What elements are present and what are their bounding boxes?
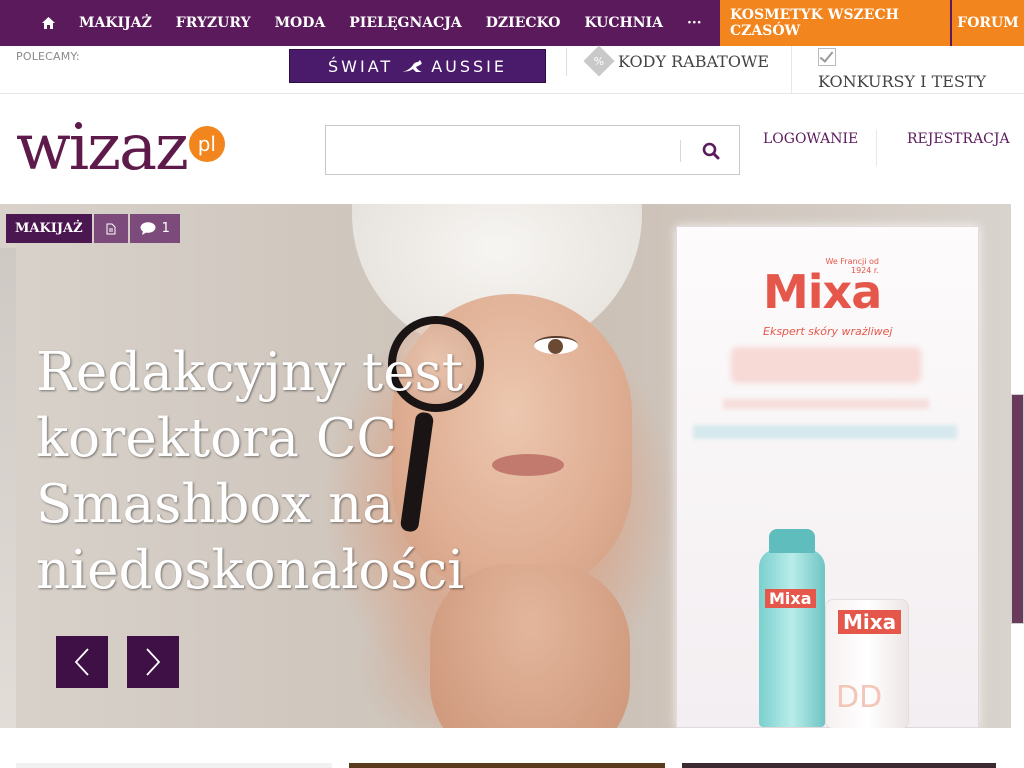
swiat-aussie-banner[interactable]: ŚWIAT AUSSIE [289,49,546,83]
nav-item-fryzury[interactable]: FRYZURY [164,0,263,46]
slider-prev-button[interactable] [56,636,108,688]
slider-next-button[interactable] [127,636,179,688]
kangaroo-icon [402,60,423,72]
coupons-label: KODY RABATOWE [618,51,770,71]
nav-item-moda[interactable]: MODA [263,0,338,46]
search-box [325,125,740,175]
article-grid-top [0,728,1024,768]
checkbox-icon [818,48,836,66]
hero-slider[interactable]: MAKIJAŻ 1 Redakcyjny test korektora CC S… [0,204,1011,728]
ad-product-dd: DD [836,680,883,715]
discount-tag-icon: % [583,45,615,77]
banner-text-right: AUSSIE [431,56,507,76]
search-input[interactable] [326,126,676,174]
hero-photo-eye [534,336,578,354]
logo-text: wizaz [16,111,189,185]
article-thumbnail[interactable] [682,763,996,768]
site-header: wizaz pl LOGOWANIE REJESTRACJA [0,94,1024,204]
nav-item-dziecko[interactable]: DZIECKO [474,0,573,46]
comment-count-badge[interactable]: 1 [129,214,180,243]
top-navigation: MAKIJAŻ FRYZURY MODA PIELĘGNACJA DZIECKO… [0,0,1024,46]
nav-item-kuchnia[interactable]: KUCHNIA [573,0,675,46]
ad-product-label: Mixa [838,610,902,634]
ad-blurred-subline [723,399,929,409]
hero-article-title[interactable]: Redakcyjny test korektora CC Smashbox na… [36,340,506,604]
ad-blurred-headline [731,347,921,383]
recommend-label: POLECAMY: [16,50,80,63]
chevron-right-icon [146,648,161,676]
banner-text-left: ŚWIAT [328,56,394,76]
search-icon [702,142,720,160]
logo-suffix: pl [188,126,225,162]
contests-label: KONKURSY I TESTY [818,72,987,91]
nav-item-makijaz[interactable]: MAKIJAŻ [67,0,164,46]
category-tag[interactable]: MAKIJAŻ [6,214,92,243]
divider [566,48,567,76]
coupons-link[interactable]: % KODY RABATOWE [583,45,770,77]
home-icon [42,17,55,29]
bottle-cap [769,529,815,553]
chevron-left-icon [74,648,89,676]
mixa-advertisement[interactable]: We Francji od 1924 r. Mixa Ekspert skóry… [676,226,979,728]
side-banner-edge[interactable] [1011,394,1024,624]
contests-link[interactable]: KONKURSY I TESTY [818,48,986,91]
nav-kosmetyk-wszech-czasow[interactable]: KOSMETYK WSZECH CZASÓW [720,0,950,46]
article-type-badge [93,214,128,243]
partner-bar: POLECAMY: ŚWIAT AUSSIE % KODY RABATOWE K… [0,45,1024,94]
article-thumbnail[interactable] [349,763,665,768]
ad-product-bottle: Mixa [759,529,825,727]
ad-tagline: Ekspert skóry wrażliwej [763,325,893,338]
ad-product-tube: Mixa DD [825,599,909,728]
nav-menu: MAKIJAŻ FRYZURY MODA PIELĘGNACJA DZIECKO… [0,0,720,46]
nav-item-more[interactable]: ··· [675,0,714,46]
prev-slide-edge [0,248,16,728]
nav-item-pielegnacja[interactable]: PIELĘGNACJA [337,0,474,46]
search-button[interactable] [691,136,731,166]
comment-icon [140,222,156,235]
divider [680,140,681,162]
login-link[interactable]: LOGOWANIE [763,131,858,147]
ad-product-label: Mixa [765,589,816,608]
home-link[interactable] [30,0,67,46]
divider [791,46,792,94]
nav-forum[interactable]: FORUM [952,0,1024,46]
register-link[interactable]: REJESTRACJA [907,131,1010,147]
comment-count: 1 [161,221,170,236]
wizaz-logo[interactable]: wizaz pl [16,111,225,185]
document-icon [106,223,116,234]
article-thumbnail[interactable] [16,763,332,768]
ad-brand: Mixa [763,265,882,319]
divider [876,130,877,166]
ad-blurred-link [693,425,957,439]
article-tags: MAKIJAŻ 1 [6,214,180,243]
